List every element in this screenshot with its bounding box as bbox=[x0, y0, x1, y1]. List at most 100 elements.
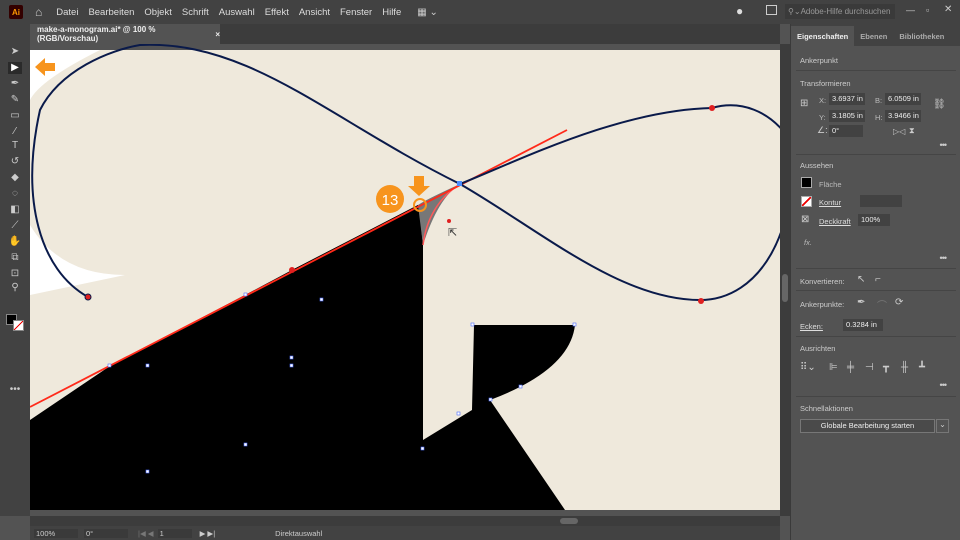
artboard-select[interactable]: 1 bbox=[157, 528, 192, 538]
home-icon[interactable]: ⌂ bbox=[35, 5, 42, 19]
help-search-input[interactable]: ⚲⌄Adobe-Hilfe durchsuchen bbox=[785, 4, 895, 19]
prev-artboard-button[interactable]: |◀ ◀ bbox=[138, 529, 154, 538]
selection-type: Ankerpunkt bbox=[800, 56, 838, 65]
menu-datei[interactable]: Datei bbox=[56, 7, 78, 18]
align-right-icon[interactable]: ⊣ bbox=[865, 362, 874, 373]
anchor-point[interactable] bbox=[457, 181, 462, 186]
stroke-swatch[interactable] bbox=[13, 320, 24, 331]
rotation-select[interactable]: 0° bbox=[84, 528, 128, 538]
current-tool-status: Direktauswahl bbox=[275, 528, 323, 538]
align-bottom-icon[interactable]: ┻ bbox=[919, 362, 925, 373]
zoom-select[interactable]: 100% bbox=[34, 528, 78, 538]
menu-effekt[interactable]: Effekt bbox=[265, 7, 289, 18]
menu-auswahl[interactable]: Auswahl bbox=[219, 7, 255, 18]
align-center-icon[interactable]: ╪ bbox=[847, 362, 854, 373]
type-tool-icon[interactable]: T bbox=[8, 140, 22, 152]
gradient-tool-icon[interactable]: ◧ bbox=[8, 204, 22, 216]
menu-schrift[interactable]: Schrift bbox=[182, 7, 209, 18]
stroke-weight-field[interactable] bbox=[860, 195, 902, 207]
opacity-link[interactable]: Deckkraft bbox=[819, 217, 851, 226]
more-align-button[interactable]: ••• bbox=[940, 380, 948, 390]
svg-text:⇱: ⇱ bbox=[448, 227, 457, 239]
vertical-scrollbar[interactable] bbox=[780, 44, 790, 516]
minimize-button[interactable]: — bbox=[906, 5, 915, 15]
align-top-icon[interactable]: ┳ bbox=[883, 362, 889, 373]
next-artboard-button[interactable]: ▶ ▶| bbox=[200, 529, 216, 538]
eyedropper-tool-icon[interactable]: ⟋ bbox=[8, 220, 22, 232]
artwork: ⇱ 13 bbox=[30, 44, 780, 510]
anchors-label: Ankerpunkte: bbox=[800, 300, 845, 309]
angle-field[interactable]: 0° bbox=[829, 125, 863, 137]
user-icon[interactable]: ● bbox=[736, 4, 743, 18]
reference-point-icon[interactable]: ⊞ bbox=[800, 98, 808, 109]
pen-tool-icon[interactable]: ✒ bbox=[8, 78, 22, 90]
brush-tool-icon[interactable]: ⁄ bbox=[8, 126, 22, 138]
properties-panel: Eigenschaften Ebenen Bibliotheken Ankerp… bbox=[790, 24, 960, 540]
quick-actions-heading: Schnellaktionen bbox=[800, 404, 853, 413]
workspace-icon[interactable]: ▦ ⌄ bbox=[417, 7, 438, 18]
more-tools-icon[interactable]: ••• bbox=[8, 384, 22, 396]
align-to-icon[interactable]: ⠿⌄ bbox=[800, 362, 816, 373]
zoom-tool-icon[interactable]: ⚲ bbox=[8, 282, 22, 294]
lasso-tool-icon[interactable]: ◌ bbox=[8, 188, 22, 200]
app-logo: Ai bbox=[9, 5, 23, 19]
appearance-heading: Aussehen bbox=[800, 161, 834, 170]
width-field[interactable]: 6.0509 in bbox=[885, 93, 921, 105]
canvas[interactable]: ⇱ 13 bbox=[30, 44, 780, 516]
eraser-tool-icon[interactable]: ◆ bbox=[8, 172, 22, 184]
height-field[interactable]: 3.9466 in bbox=[885, 110, 921, 122]
align-middle-icon[interactable]: ╫ bbox=[901, 362, 908, 373]
opacity-icon: ⊠ bbox=[801, 214, 810, 225]
tools-panel: ➤ ▶ ✒ ✎ ▭ ⁄ T ↺ ◆ ◌ ◧ ⟋ ✋ ⧉ ⊡ ⚲ ••• bbox=[0, 24, 30, 516]
simplify-icon[interactable]: ⟳ bbox=[895, 297, 903, 308]
maximize-button[interactable]: ▫ bbox=[926, 5, 929, 15]
convert-corner-icon[interactable]: ↖ bbox=[857, 274, 865, 285]
tab-eigenschaften[interactable]: Eigenschaften bbox=[791, 26, 855, 46]
horizontal-scrollbar[interactable] bbox=[30, 516, 780, 526]
global-edit-dropdown[interactable]: ⌄ bbox=[936, 419, 949, 433]
corners-label[interactable]: Ecken: bbox=[800, 322, 823, 331]
menu-ansicht[interactable]: Ansicht bbox=[299, 7, 330, 18]
more-appearance-button[interactable]: ••• bbox=[940, 253, 948, 263]
transform-heading: Transformieren bbox=[800, 79, 851, 88]
menu-bar: Ai ⌂ Datei Bearbeiten Objekt Schrift Aus… bbox=[0, 0, 960, 24]
direct-selection-tool-icon[interactable]: ▶ bbox=[8, 62, 22, 74]
corners-field[interactable]: 0.3284 in bbox=[843, 319, 883, 331]
flip-vertical-icon[interactable]: ⧗ bbox=[909, 126, 915, 136]
tab-ebenen[interactable]: Ebenen bbox=[854, 32, 893, 46]
cut-path-icon[interactable]: ⌒ bbox=[877, 297, 887, 312]
artboard-tool-icon[interactable]: ⊡ bbox=[8, 268, 22, 280]
opacity-field[interactable]: 100% bbox=[858, 214, 890, 226]
global-edit-button[interactable]: Globale Bearbeitung starten bbox=[800, 419, 935, 433]
convert-label: Konvertieren: bbox=[800, 277, 845, 286]
panel-toggle-icon[interactable] bbox=[766, 5, 777, 15]
menu-fenster[interactable]: Fenster bbox=[340, 7, 372, 18]
stroke-link[interactable]: Kontur bbox=[819, 198, 841, 207]
close-tab-icon[interactable]: × bbox=[215, 30, 220, 39]
rotate-tool-icon[interactable]: ↺ bbox=[8, 156, 22, 168]
more-transform-button[interactable]: ••• bbox=[940, 140, 948, 150]
remove-anchor-icon[interactable]: ✒ bbox=[857, 297, 865, 308]
menu-bearbeiten[interactable]: Bearbeiten bbox=[88, 7, 134, 18]
curvature-tool-icon[interactable]: ✎ bbox=[8, 94, 22, 106]
link-proportions-icon[interactable]: ⛓ bbox=[933, 99, 946, 110]
align-left-icon[interactable]: ⊫ bbox=[829, 362, 838, 373]
tab-bibliotheken[interactable]: Bibliotheken bbox=[893, 32, 950, 46]
y-field[interactable]: 3.1805 in bbox=[829, 110, 865, 122]
step-number: 13 bbox=[382, 192, 399, 209]
symbol-tool-icon[interactable]: ⧉ bbox=[8, 252, 22, 264]
fill-swatch-panel[interactable] bbox=[801, 177, 812, 188]
stroke-swatch-panel[interactable] bbox=[801, 196, 812, 207]
blend-tool-icon[interactable]: ✋ bbox=[8, 236, 22, 248]
x-field[interactable]: 3.6937 in bbox=[829, 93, 865, 105]
rectangle-tool-icon[interactable]: ▭ bbox=[8, 110, 22, 122]
flip-horizontal-icon[interactable]: ▷◁ bbox=[893, 127, 905, 136]
selection-tool-icon[interactable]: ➤ bbox=[8, 46, 22, 58]
document-tab[interactable]: make-a-monogram.ai* @ 100 % (RGB/Vorscha… bbox=[30, 24, 220, 44]
close-window-button[interactable]: ✕ bbox=[944, 4, 952, 15]
menu-objekt[interactable]: Objekt bbox=[144, 7, 171, 18]
fx-button[interactable]: fx. bbox=[804, 238, 812, 247]
menu-hilfe[interactable]: Hilfe bbox=[382, 7, 401, 18]
convert-smooth-icon[interactable]: ⌐ bbox=[875, 274, 881, 285]
angle-icon: ∠: bbox=[817, 125, 828, 135]
